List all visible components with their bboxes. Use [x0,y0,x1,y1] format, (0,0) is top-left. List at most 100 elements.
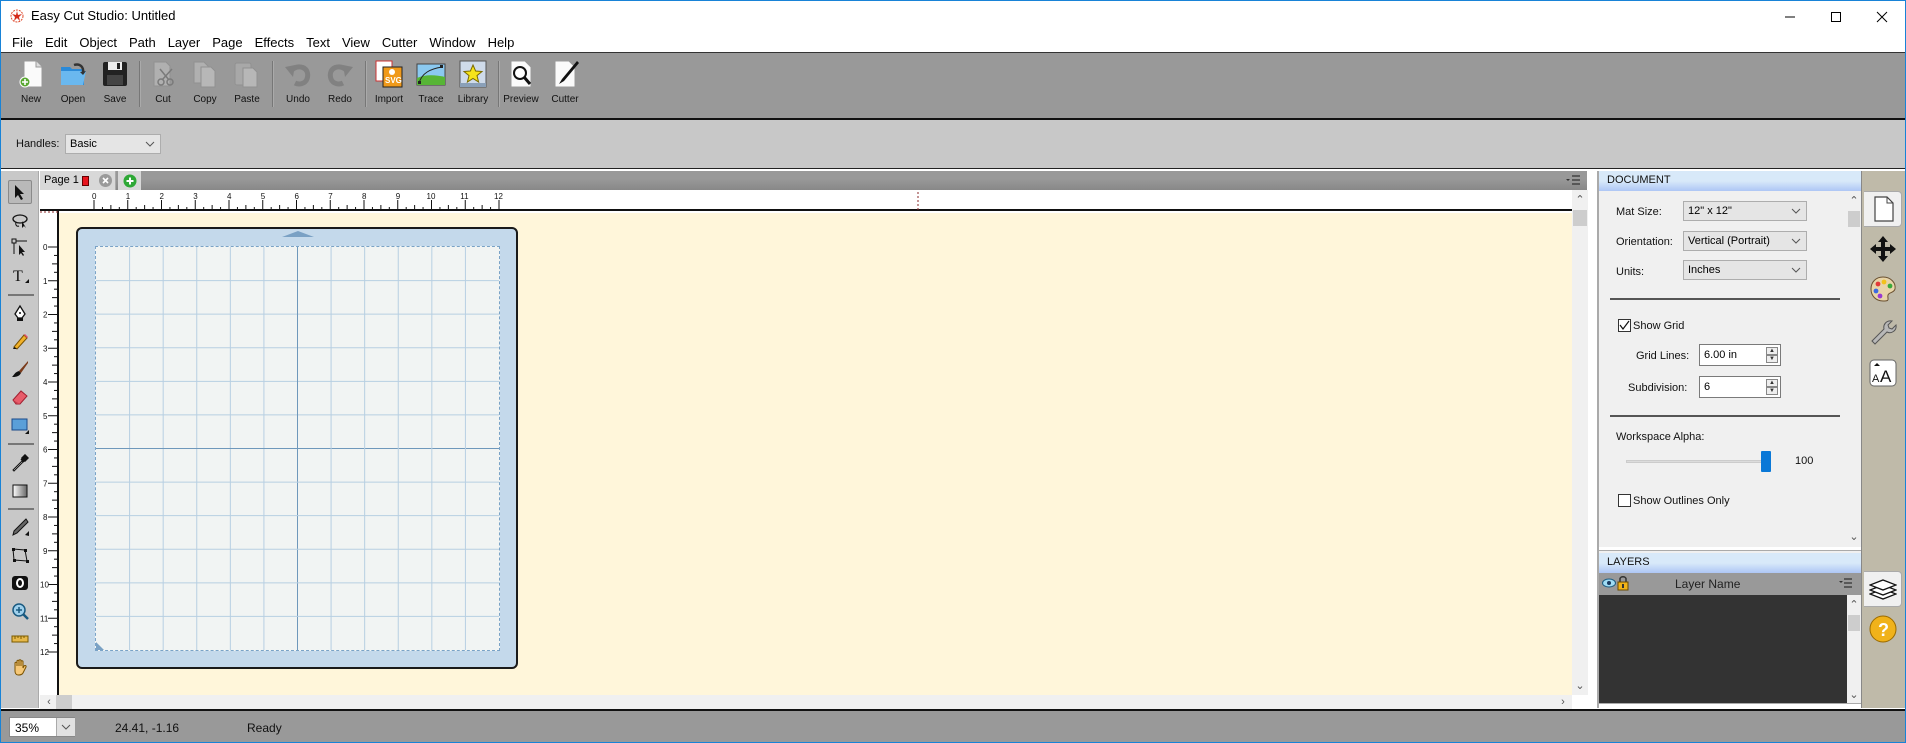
brush-tool[interactable] [8,357,32,381]
layers-list[interactable] [1599,595,1847,703]
transform-tab[interactable] [1864,231,1902,267]
document-tab[interactable] [1864,191,1902,227]
page-tab[interactable]: Page 1 [40,171,116,190]
scroll-thumb[interactable] [1848,615,1860,631]
scroll-right-arrow[interactable]: › [1556,695,1570,709]
scroll-thumb[interactable] [1573,210,1587,226]
menu-cutter[interactable]: Cutter [377,35,424,50]
spin-up-icon[interactable]: ▲ [1766,347,1778,355]
help-tab[interactable]: ? [1864,611,1902,647]
rectangle-tool[interactable] [8,413,32,437]
spin-down-icon[interactable]: ▼ [1766,355,1778,363]
settings-wrench-tab[interactable] [1864,313,1902,349]
scroll-down-arrow[interactable]: ⌄ [1847,529,1861,543]
menu-path[interactable]: Path [124,35,163,50]
subdivision-input[interactable]: 6 ▲ ▼ [1699,376,1781,398]
node-select-tool[interactable] [8,235,32,259]
scroll-thumb[interactable] [56,695,72,709]
paste-button[interactable]: Paste [226,59,268,117]
zoom-level-dropdown[interactable]: 35% [9,717,75,737]
zoom-tool[interactable] [8,599,32,623]
pencil-tool[interactable] [8,329,32,353]
mat-size-dropdown[interactable]: 12" x 12" [1683,201,1807,221]
lock-icon[interactable] [1617,575,1629,591]
workspace-alpha-slider-track[interactable] [1626,460,1771,463]
new-button[interactable]: New [10,59,52,117]
scroll-up-arrow[interactable]: ⌃ [1573,192,1587,206]
menu-file[interactable]: File [7,35,40,50]
add-page-button[interactable] [118,171,141,190]
pen-tool[interactable] [8,301,32,325]
trace-button[interactable]: Trace [410,59,452,117]
menu-effects[interactable]: Effects [250,35,302,50]
text-tab[interactable]: AA [1864,355,1902,391]
scroll-down-arrow[interactable]: ⌄ [1573,678,1587,692]
subdivision-spinner[interactable]: ▲ ▼ [1766,379,1778,395]
layers-scrollbar[interactable]: ⌃ ⌄ [1847,595,1861,703]
spin-down-icon[interactable]: ▼ [1766,387,1778,395]
spin-up-icon[interactable]: ▲ [1766,379,1778,387]
select-tool[interactable] [8,180,32,204]
orientation-dropdown[interactable]: Vertical (Portrait) [1683,231,1807,251]
menu-page[interactable]: Page [207,35,249,50]
redo-button[interactable]: Redo [319,59,361,117]
menu-object[interactable]: Object [74,35,124,50]
horizontal-ruler[interactable]: 0 1 2 3 4 5 6 7 8 9 10 11 12 [40,190,1572,211]
menu-text[interactable]: Text [301,35,337,50]
distort-tool[interactable] [8,543,32,567]
visibility-eye-icon[interactable] [1602,578,1616,588]
menu-view[interactable]: View [337,35,377,50]
grid-lines-spinner[interactable]: ▲ ▼ [1766,347,1778,363]
maximize-button[interactable] [1813,1,1859,32]
canvas-horizontal-scrollbar[interactable]: ‹ › [40,695,1572,709]
import-button[interactable]: SVG Import [368,59,410,117]
menu-help[interactable]: Help [483,35,522,50]
scroll-thumb[interactable] [1848,211,1860,227]
cutter-button[interactable]: Cutter [544,59,586,117]
eyedropper-tool[interactable] [8,451,32,475]
canvas-vertical-scrollbar[interactable]: ⌃ ⌄ [1572,190,1588,695]
close-page-button[interactable] [99,174,112,187]
scroll-down-arrow[interactable]: ⌄ [1847,687,1861,701]
scroll-left-arrow[interactable]: ‹ [42,695,56,709]
minimize-button[interactable] [1767,1,1813,32]
preview-button[interactable]: Preview [500,59,542,117]
library-button[interactable]: Library [452,59,494,117]
handles-dropdown[interactable]: Basic [65,134,161,154]
color-palette-tab[interactable] [1864,271,1902,307]
document-panel-scrollbar[interactable]: ⌃ ⌄ [1847,191,1861,547]
svg-text:A: A [1872,373,1880,385]
close-button[interactable] [1859,1,1905,32]
page-color-swatch[interactable] [82,176,89,186]
layers-tab[interactable] [1864,571,1902,607]
layers-menu-icon[interactable] [1839,577,1853,589]
hand-tool[interactable] [8,655,32,679]
show-grid-checkbox[interactable] [1618,319,1631,332]
menu-layer[interactable]: Layer [163,35,208,50]
lasso-select-tool[interactable] [8,208,32,232]
save-button[interactable]: Save [94,59,136,117]
eraser-tool[interactable] [8,385,32,409]
workspace-canvas[interactable] [59,213,1572,695]
gradient-tool[interactable] [8,479,32,503]
text-tool[interactable]: T [8,263,32,287]
undo-button[interactable]: Undo [277,59,319,117]
measure-tool[interactable] [8,627,32,651]
contour-tool[interactable] [8,571,32,595]
knife-tool[interactable] [8,515,32,539]
units-dropdown[interactable]: Inches [1683,260,1807,280]
menu-edit[interactable]: Edit [40,35,74,50]
zoom-dropdown-button[interactable] [56,718,75,736]
panel-menu-icon[interactable] [1565,173,1581,187]
show-outlines-only-checkbox[interactable] [1618,494,1631,507]
menu-window[interactable]: Window [424,35,482,50]
panel-splitter[interactable] [1599,547,1861,551]
scroll-up-arrow[interactable]: ⌃ [1847,193,1861,207]
vertical-ruler[interactable]: 0123456789101112 [40,211,59,695]
copy-button[interactable]: Copy [184,59,226,117]
open-button[interactable]: Open [52,59,94,117]
scroll-up-arrow[interactable]: ⌃ [1847,597,1861,611]
grid-lines-input[interactable]: 6.00 in ▲ ▼ [1699,344,1781,366]
workspace-alpha-slider-thumb[interactable] [1761,451,1771,472]
cut-button[interactable]: Cut [142,59,184,117]
